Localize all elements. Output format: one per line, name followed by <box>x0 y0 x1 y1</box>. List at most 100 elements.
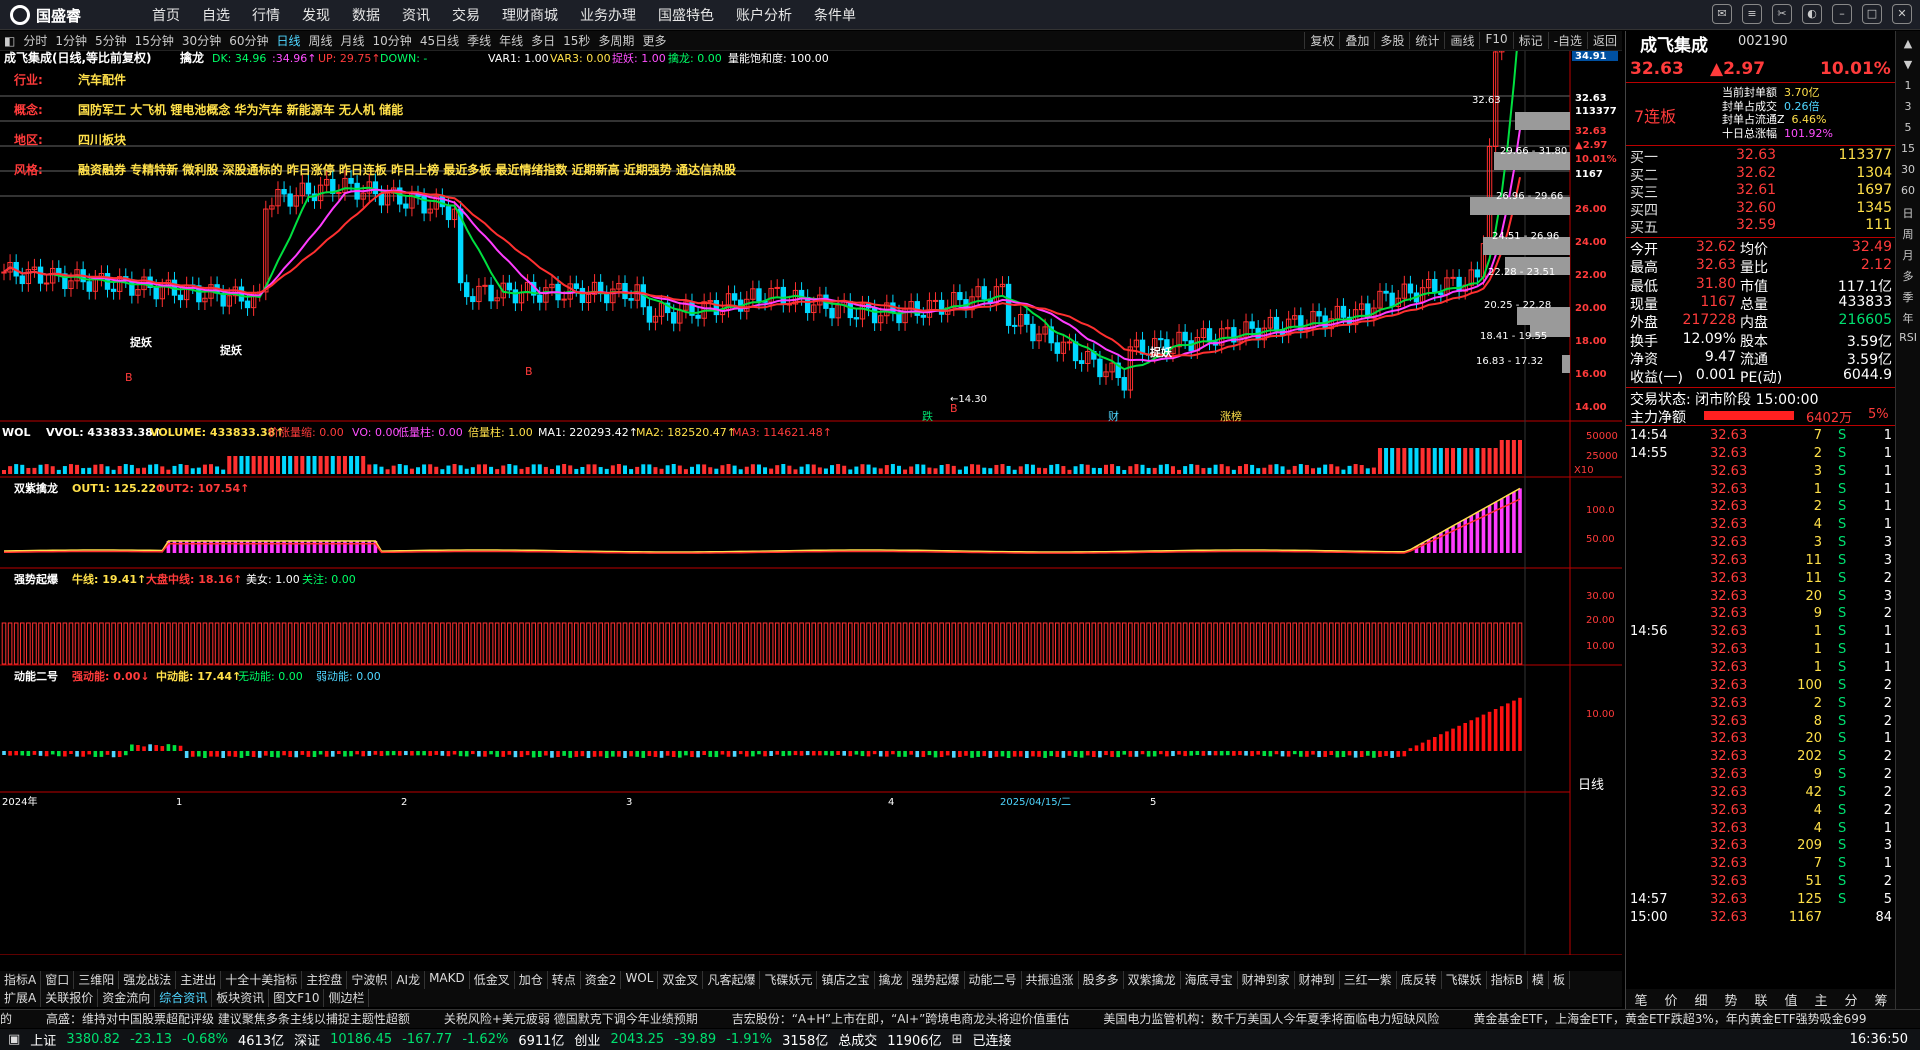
period-tab[interactable]: 多日 <box>527 32 559 49</box>
extension-tab[interactable]: 综合资讯 <box>155 989 213 1007</box>
nav-item[interactable]: 业务办理 <box>580 5 636 25</box>
period-tab[interactable]: 15分钟 <box>131 32 178 49</box>
nav-item[interactable]: 账户分析 <box>736 5 792 25</box>
chart-tool-button[interactable]: 叠加 <box>1339 32 1374 49</box>
period-tab[interactable]: 45日线 <box>416 32 463 49</box>
indicator-tab[interactable]: 模 <box>1528 971 1549 989</box>
minimize-icon[interactable]: – <box>1832 4 1852 24</box>
right-tab[interactable]: 值 <box>1784 990 1797 1009</box>
sidebar-toggle-icon[interactable]: ◧ <box>0 34 19 48</box>
period-tab[interactable]: 更多 <box>638 32 670 49</box>
nav-item[interactable]: 条件单 <box>814 5 856 25</box>
period-tab[interactable]: 日线 <box>272 32 304 49</box>
app-logo[interactable]: 国盛睿 <box>10 5 81 25</box>
chart-tool-button[interactable]: 画线 <box>1444 32 1479 49</box>
side-icon[interactable]: 多 <box>1898 268 1918 284</box>
extension-tab[interactable]: 图文F10 <box>269 989 325 1007</box>
nav-item[interactable]: 自选 <box>202 5 230 25</box>
right-tab[interactable]: 势 <box>1724 990 1737 1009</box>
ticker-item[interactable]: 吉宏股份：“A+H”上市在即，“AI+”跨境电商龙头将迎价值重估 <box>732 1012 1070 1026</box>
side-icon[interactable]: 30 <box>1898 163 1918 176</box>
side-icon[interactable]: 15 <box>1898 142 1918 155</box>
period-tab[interactable]: 30分钟 <box>178 32 225 49</box>
chart-area[interactable]: 成飞集成(日线,等比前复权) 擒龙 DK: 34.96 :34.96↑ UP: … <box>0 51 1622 955</box>
indicator-tab[interactable]: 海底寻宝 <box>1181 971 1238 989</box>
indicator-tab[interactable]: 凡客起爆 <box>703 971 761 989</box>
extension-tab[interactable]: 扩展A <box>0 989 42 1007</box>
period-tab[interactable]: 60分钟 <box>225 32 272 49</box>
ticker-item[interactable]: 美国电力监管机构：数千万美国人今年夏季将面临电力短缺风险 <box>1103 1012 1439 1026</box>
chart-tool-button[interactable]: 标记 <box>1512 32 1548 49</box>
side-icon[interactable]: 年 <box>1898 310 1918 326</box>
indicator-tab[interactable]: 擒龙 <box>875 971 908 989</box>
period-tab[interactable]: 多周期 <box>594 32 638 49</box>
nav-item[interactable]: 资讯 <box>402 5 430 25</box>
nav-item[interactable]: 首页 <box>152 5 180 25</box>
indicator-tab[interactable]: 低金叉 <box>470 971 515 989</box>
order-book-row[interactable]: 买四 32.60 1345 <box>1626 200 1896 219</box>
period-tab[interactable]: 10分钟 <box>369 32 416 49</box>
indicator-tab[interactable]: 股多多 <box>1079 971 1124 989</box>
side-icon[interactable]: 3 <box>1898 100 1918 113</box>
period-tab[interactable]: 分时 <box>19 32 51 49</box>
period-tab[interactable]: 月线 <box>337 32 369 49</box>
period-indicator[interactable]: 日线 <box>1578 778 1604 793</box>
period-tab[interactable]: 周线 <box>305 32 337 49</box>
extension-tab[interactable]: 板块资讯 <box>212 989 270 1007</box>
ticker-item[interactable]: 的 <box>0 1012 12 1026</box>
side-icon[interactable]: 1 <box>1898 79 1918 92</box>
period-tab[interactable]: 1分钟 <box>51 32 91 49</box>
indicator-tab[interactable]: 镇店之宝 <box>817 971 875 989</box>
ticker-item[interactable]: 高盛：维持对中国股票超配评级 建议聚焦多条主线以捕捉主题性超额 <box>46 1012 410 1026</box>
skin-icon[interactable]: ◐ <box>1802 4 1822 24</box>
indicator-tab[interactable]: 动能二号 <box>965 971 1022 989</box>
chart-tool-button[interactable]: -自选 <box>1547 32 1587 49</box>
side-icon[interactable]: 季 <box>1898 289 1918 305</box>
message-icon[interactable]: ✉ <box>1712 4 1732 24</box>
period-tab[interactable]: 年线 <box>495 32 527 49</box>
period-tab[interactable]: 季线 <box>463 32 495 49</box>
indicator-tab[interactable]: 三维阳 <box>74 971 120 989</box>
nav-item[interactable]: 理财商城 <box>502 5 558 25</box>
indicator-tab[interactable]: 飞碟妖 <box>1442 971 1487 989</box>
side-icon[interactable]: 60 <box>1898 184 1918 197</box>
ticker-item[interactable]: 关税风险+美元疲弱 德国默克下调今年业绩预期 <box>444 1012 698 1026</box>
right-tab[interactable]: 笔 <box>1634 990 1647 1009</box>
side-icon[interactable]: 5 <box>1898 121 1918 134</box>
side-icon[interactable]: 周 <box>1898 226 1918 242</box>
right-tab[interactable]: 细 <box>1694 990 1707 1009</box>
indicator-tab[interactable]: AI龙 <box>392 971 426 989</box>
indicator-tab[interactable]: 指标A <box>0 971 42 989</box>
nav-item[interactable]: 行情 <box>252 5 280 25</box>
nav-item[interactable]: 数据 <box>352 5 380 25</box>
indicator-tab[interactable]: MAKD <box>425 971 470 989</box>
side-icon[interactable]: 月 <box>1898 247 1918 263</box>
indicator-tab[interactable]: 加仓 <box>515 971 548 989</box>
extension-tab[interactable]: 资金流向 <box>98 989 156 1007</box>
extension-tab[interactable]: 关联报价 <box>41 989 99 1007</box>
indicator-tab[interactable]: 双金叉 <box>658 971 704 989</box>
indicator-tab[interactable]: 宁波帜 <box>347 971 393 989</box>
tools-icon[interactable]: ✂ <box>1772 4 1792 24</box>
maximize-icon[interactable]: □ <box>1862 4 1882 24</box>
period-tab[interactable]: 5分钟 <box>91 32 131 49</box>
order-book-row[interactable]: 买三 32.61 1697 <box>1626 182 1896 201</box>
period-tab[interactable]: 15秒 <box>559 32 594 49</box>
tick-list[interactable]: 14:54 32.63 7 S 1 14:55 32.63 2 S 1 32.63 3 S 1 32.63 1… <box>1626 428 1896 928</box>
kline-chart[interactable]: 成飞集成(日线,等比前复权) 擒龙 DK: 34.96 :34.96↑ UP: … <box>0 51 1622 955</box>
chart-tool-button[interactable]: 复权 <box>1304 32 1339 49</box>
nav-item[interactable]: 发现 <box>302 5 330 25</box>
right-tab[interactable]: 联 <box>1754 990 1767 1009</box>
indicator-tab[interactable]: 共振追涨 <box>1022 971 1079 989</box>
indicator-tab[interactable]: 飞碟妖元 <box>760 971 818 989</box>
indicator-tab[interactable]: 强龙战法 <box>119 971 177 989</box>
right-tab[interactable]: 分 <box>1844 990 1857 1009</box>
order-book-row[interactable]: 买五 32.59 111 <box>1626 217 1896 236</box>
indicator-tab[interactable]: 转点 <box>548 971 581 989</box>
order-book-row[interactable]: 买一 32.63 113377 <box>1626 147 1896 166</box>
indicator-tab[interactable]: 强势起爆 <box>908 971 965 989</box>
nav-item[interactable]: 国盛特色 <box>658 5 714 25</box>
chart-tool-button[interactable]: 返回 <box>1586 32 1622 49</box>
side-icon[interactable]: ▼ <box>1898 58 1918 71</box>
ticker-item[interactable]: 黄金基金ETF，上海金ETF，黄金ETF跌超3%，年内黄金ETF强势吸金699 <box>1473 1012 1866 1026</box>
